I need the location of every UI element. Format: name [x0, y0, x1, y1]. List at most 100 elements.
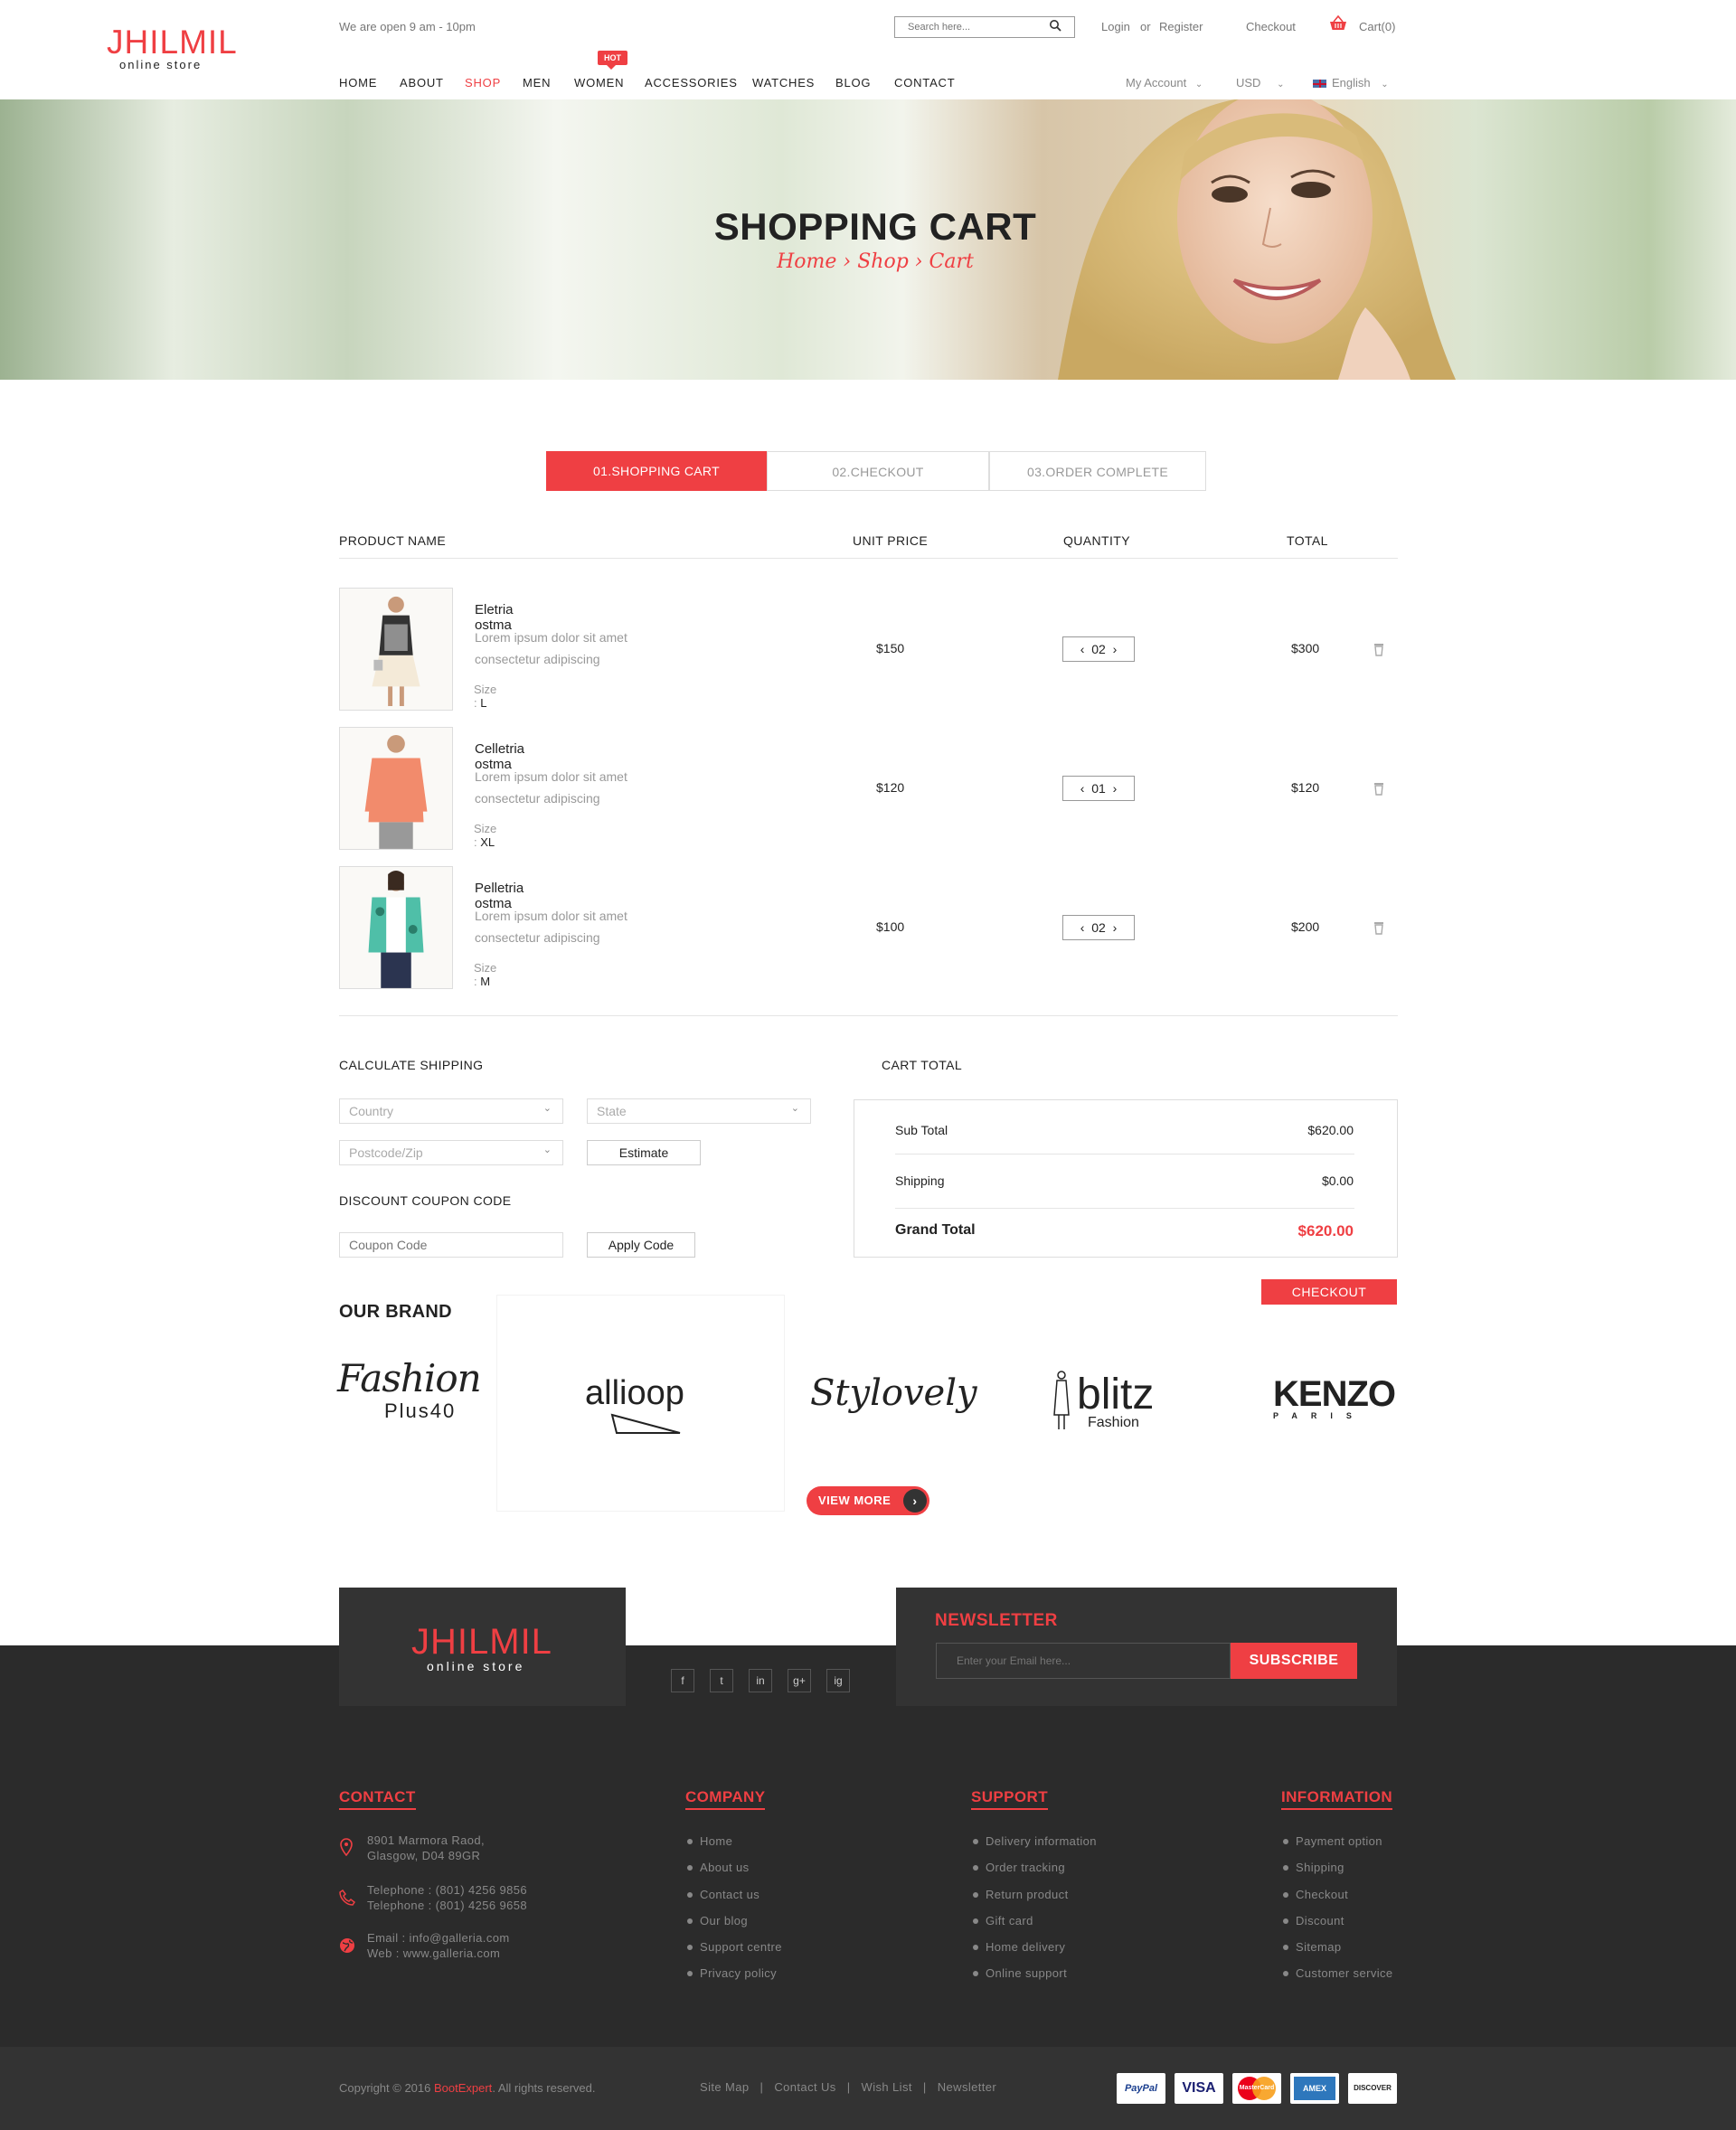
increase-icon[interactable]: › — [1113, 920, 1118, 935]
bottom-link-wishlist[interactable]: Wish List — [862, 2080, 912, 2094]
product-description: Lorem ipsum dolor sit amet consectetur a… — [475, 909, 627, 945]
state-select[interactable]: State ⌄ — [587, 1098, 811, 1124]
brand-name: Fashion — [337, 1356, 482, 1400]
nav-men[interactable]: MEN — [523, 76, 551, 90]
step-shopping-cart[interactable]: 01.SHOPPING CART — [546, 451, 767, 491]
brand-allioop[interactable]: allioop — [585, 1374, 684, 1434]
decrease-icon[interactable]: ‹ — [1080, 781, 1085, 796]
footer — [0, 1645, 1736, 2047]
subscribe-button[interactable]: SUBSCRIBE — [1231, 1643, 1357, 1679]
trash-icon[interactable] — [1372, 781, 1386, 796]
my-account-dropdown[interactable]: My Account ⌄ — [1126, 76, 1203, 90]
footer-link-sitemap[interactable]: Sitemap — [1281, 1940, 1393, 1966]
checkout-link[interactable]: Checkout — [1246, 20, 1296, 33]
footer-logo[interactable]: JHILMIL — [411, 1622, 552, 1663]
bottom-link-contact[interactable]: Contact Us — [774, 2080, 835, 2094]
footer-link-privacy[interactable]: Privacy policy — [685, 1966, 782, 1993]
footer-link-customer-service[interactable]: Customer service — [1281, 1966, 1393, 1993]
login-link[interactable]: Login — [1101, 20, 1130, 33]
shipping-label: Shipping — [895, 1173, 945, 1188]
bottom-link-newsletter[interactable]: Newsletter — [938, 2080, 996, 2094]
nav-watches[interactable]: WATCHES — [752, 76, 815, 90]
footer-link-gift-card[interactable]: Gift card — [971, 1914, 1097, 1940]
nav-home[interactable]: HOME — [339, 76, 377, 90]
coupon-input[interactable] — [339, 1232, 563, 1258]
step-order-complete[interactable]: 03.ORDER COMPLETE — [989, 451, 1206, 491]
decrease-icon[interactable]: ‹ — [1080, 642, 1085, 656]
footer-logo-box: JHILMIL online store — [339, 1588, 626, 1706]
quantity-stepper[interactable]: ‹ 01 › — [1062, 776, 1135, 801]
footer-link-about[interactable]: About us — [685, 1861, 782, 1887]
trash-icon[interactable] — [1372, 920, 1386, 935]
footer-link-return[interactable]: Return product — [971, 1888, 1097, 1914]
email-line[interactable]: Email : info@galleria.com — [367, 1930, 510, 1946]
apply-code-button[interactable]: Apply Code — [587, 1232, 695, 1258]
search-icon[interactable] — [1049, 19, 1061, 32]
quantity-value: 02 — [1091, 920, 1106, 935]
amex-icon: AMEX — [1290, 2073, 1339, 2104]
product-image[interactable] — [339, 866, 453, 989]
phone-line[interactable]: Telephone : (801) 4256 9856 — [367, 1882, 527, 1898]
trash-icon[interactable] — [1372, 642, 1386, 656]
checkout-button[interactable]: CHECKOUT — [1261, 1279, 1397, 1305]
nav-about[interactable]: ABOUT — [400, 76, 444, 90]
our-brand-title: OUR BRAND — [339, 1302, 452, 1322]
cart-link[interactable]: Cart(0) — [1359, 20, 1395, 33]
brand-stylovely[interactable]: Stylovely — [810, 1372, 977, 1414]
product-image[interactable] — [339, 588, 453, 711]
brand-blitz[interactable]: blitz Fashion — [1052, 1370, 1154, 1436]
brand-fashion-plus40[interactable]: Fashion Plus40 — [337, 1356, 482, 1447]
facebook-icon[interactable]: f — [671, 1669, 694, 1692]
phone-line[interactable]: Telephone : (801) 4256 9658 — [367, 1898, 527, 1913]
footer-link-delivery[interactable]: Delivery information — [971, 1834, 1097, 1861]
country-select[interactable]: Country ⌄ — [339, 1098, 563, 1124]
size-value: XL — [480, 835, 495, 849]
increase-icon[interactable]: › — [1113, 642, 1118, 656]
language-dropdown[interactable]: English ⌄ — [1313, 76, 1389, 90]
footer-link-home[interactable]: Home — [685, 1834, 782, 1861]
currency-dropdown[interactable]: USD ⌄ — [1236, 76, 1284, 90]
footer-link-blog[interactable]: Our blog — [685, 1914, 782, 1940]
copyright-brand-link[interactable]: BootExpert — [434, 2081, 492, 2095]
footer-link-tracking[interactable]: Order tracking — [971, 1861, 1097, 1887]
nav-accessories[interactable]: ACCESSORIES — [645, 76, 738, 90]
product-image[interactable] — [339, 727, 453, 850]
web-line[interactable]: Web : www.galleria.com — [367, 1946, 510, 1961]
breadcrumb[interactable]: Home › Shop › Cart — [0, 250, 1736, 273]
brand-kenzo[interactable]: KENZO PARIS — [1273, 1374, 1396, 1420]
instagram-icon[interactable]: ig — [826, 1669, 850, 1692]
step-checkout[interactable]: 02.CHECKOUT — [767, 451, 989, 491]
currency-label: USD — [1236, 76, 1261, 90]
language-label: English — [1332, 76, 1371, 90]
footer-link-contact[interactable]: Contact us — [685, 1888, 782, 1914]
col-quantity: QUANTITY — [1063, 533, 1130, 548]
footer-link-checkout[interactable]: Checkout — [1281, 1888, 1393, 1914]
logo[interactable]: JHILMIL — [107, 25, 238, 60]
chevron-down-icon: ⌄ — [1194, 80, 1203, 90]
linkedin-icon[interactable]: in — [749, 1669, 772, 1692]
register-link[interactable]: Register — [1159, 20, 1203, 33]
bottom-link-sitemap[interactable]: Site Map — [700, 2080, 750, 2094]
estimate-button[interactable]: Estimate — [587, 1140, 701, 1165]
footer-link-shipping[interactable]: Shipping — [1281, 1861, 1393, 1887]
nav-contact[interactable]: CONTACT — [894, 76, 955, 90]
search-input[interactable] — [894, 16, 1075, 38]
quantity-stepper[interactable]: ‹ 02 › — [1062, 915, 1135, 940]
increase-icon[interactable]: › — [1113, 781, 1118, 796]
nav-women[interactable]: WOMEN — [574, 76, 624, 90]
twitter-icon[interactable]: t — [710, 1669, 733, 1692]
nav-blog[interactable]: BLOG — [835, 76, 871, 90]
footer-link-payment[interactable]: Payment option — [1281, 1834, 1393, 1861]
quantity-stepper[interactable]: ‹ 02 › — [1062, 636, 1135, 662]
footer-link-online-support[interactable]: Online support — [971, 1966, 1097, 1993]
decrease-icon[interactable]: ‹ — [1080, 920, 1085, 935]
footer-link-discount[interactable]: Discount — [1281, 1914, 1393, 1940]
footer-link-support-centre[interactable]: Support centre — [685, 1940, 782, 1966]
view-more-button[interactable]: VIEW MORE › — [807, 1486, 929, 1515]
nav-shop[interactable]: SHOP — [465, 76, 501, 90]
postcode-select[interactable]: Postcode/Zip ⌄ — [339, 1140, 563, 1165]
newsletter-email-input[interactable] — [936, 1643, 1231, 1679]
basket-icon[interactable] — [1328, 14, 1348, 34]
googleplus-icon[interactable]: g+ — [788, 1669, 811, 1692]
footer-link-home-delivery[interactable]: Home delivery — [971, 1940, 1097, 1966]
